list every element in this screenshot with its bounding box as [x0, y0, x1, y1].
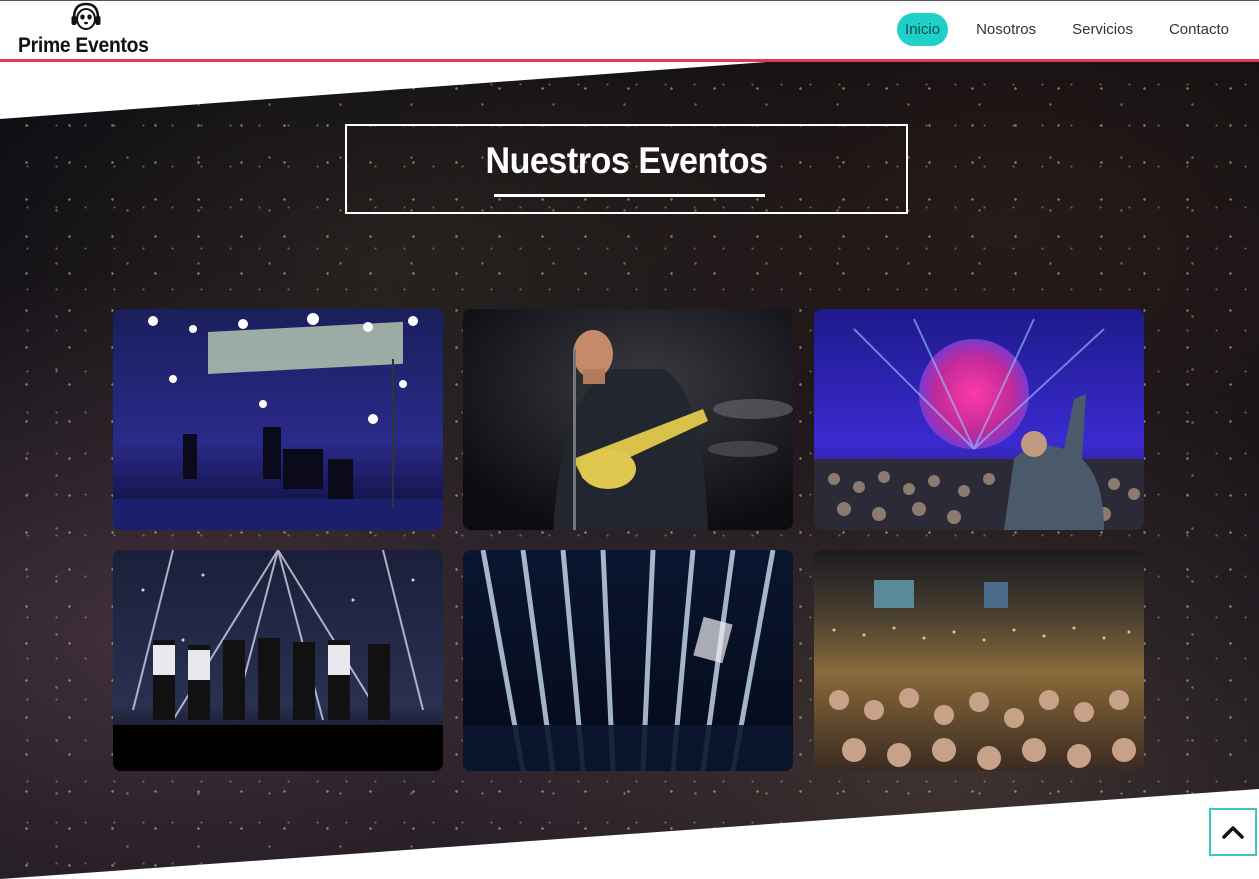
- napster-cat-headphones-icon: [71, 2, 101, 30]
- events-section: Nuestros Eventos: [0, 61, 1259, 879]
- event-card-4[interactable]: [113, 550, 443, 771]
- events-gallery: [113, 309, 1144, 771]
- chevron-up-icon: [1222, 826, 1244, 839]
- event-photo-stadium-crowd: [814, 550, 1144, 771]
- event-card-3[interactable]: [814, 309, 1144, 530]
- main-nav: Inicio Nosotros Servicios Contacto: [877, 13, 1237, 46]
- event-card-5[interactable]: [463, 550, 793, 771]
- scroll-to-top-button[interactable]: [1209, 808, 1257, 856]
- brand-name: Prime Eventos: [18, 34, 149, 57]
- top-slant-divider: [0, 61, 780, 119]
- section-title-box: Nuestros Eventos: [345, 124, 908, 214]
- nav-item-nosotros[interactable]: Nosotros: [968, 13, 1044, 46]
- section-title: Nuestros Eventos: [485, 140, 768, 181]
- nav-item-contacto[interactable]: Contacto: [1161, 13, 1237, 46]
- nav-item-inicio[interactable]: Inicio: [897, 13, 949, 46]
- brand-logo[interactable]: Prime Eventos: [18, 1, 168, 59]
- event-photo-concert-stage: [113, 309, 443, 530]
- event-photo-guitarist: [463, 309, 793, 530]
- event-photo-light-beams: [463, 550, 793, 771]
- nav-item-servicios[interactable]: Servicios: [1064, 13, 1141, 46]
- event-card-2[interactable]: [463, 309, 793, 530]
- event-photo-group-stage: [113, 550, 443, 771]
- title-underline: [494, 194, 765, 197]
- event-card-1[interactable]: [113, 309, 443, 530]
- bottom-slant-divider: [0, 789, 1259, 879]
- event-card-6[interactable]: [814, 550, 1144, 771]
- site-header: Prime Eventos Inicio Nosotros Servicios …: [0, 0, 1259, 62]
- event-photo-stage-crowd: [814, 309, 1144, 530]
